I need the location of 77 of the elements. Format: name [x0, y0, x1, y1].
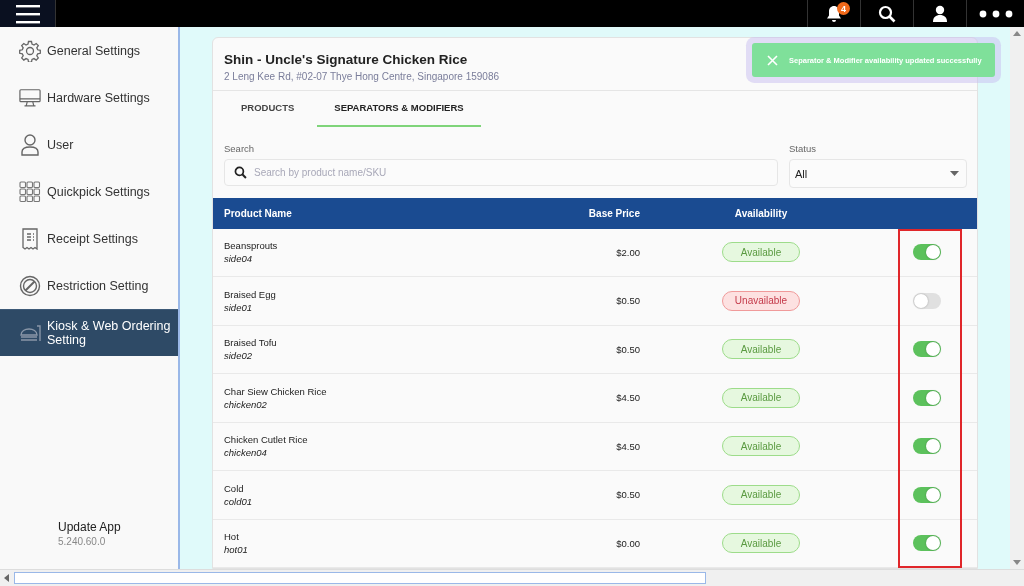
product-sku: side04	[224, 253, 253, 265]
tab[interactable]: SEPARATORS & MODIFIERS	[317, 91, 481, 127]
more-icon	[978, 9, 1013, 18]
receipt-icon	[20, 227, 40, 250]
availability-toggle[interactable]	[912, 341, 941, 358]
close-icon[interactable]	[767, 54, 778, 66]
monitor-icon	[19, 87, 41, 108]
status-badge: Available	[722, 339, 800, 360]
status-badge: Available	[722, 387, 800, 408]
search-field[interactable]: Search by product name/SKU	[224, 159, 778, 186]
sidebar-item[interactable]: Hardware Settings	[0, 74, 178, 121]
product-name: Braised Egg	[224, 288, 277, 300]
horizontal-scrollbar[interactable]	[0, 569, 1024, 586]
product-sku: chicken04	[224, 447, 268, 459]
column-header: Product Name	[223, 207, 293, 219]
notification-badge: 4	[837, 2, 850, 15]
tab[interactable]: PRODUCTS	[224, 91, 312, 127]
product-name: Char Siew Chicken Rice	[224, 385, 328, 397]
product-sku: cold01	[224, 495, 253, 507]
price-cell-text: $0.50	[615, 343, 641, 355]
menu-icon	[15, 3, 40, 24]
availability-toggle[interactable]	[912, 292, 941, 309]
product-sku: side01	[224, 301, 253, 313]
scroll-down-icon[interactable]	[1013, 560, 1021, 565]
availability-toggle[interactable]	[912, 438, 941, 455]
user-icon	[933, 4, 947, 23]
grid-icon	[19, 180, 41, 203]
scroll-left-icon[interactable]	[4, 574, 9, 582]
status-badge: Available	[722, 533, 800, 554]
price-cell-text: $4.50	[615, 392, 641, 404]
bell-icon	[826, 4, 842, 23]
product-sku: chicken02	[224, 398, 268, 410]
product-name: Hot	[224, 531, 240, 543]
product-name: Chicken Cutlet Rice	[224, 434, 309, 446]
gear-icon	[19, 39, 41, 62]
sidebar-item[interactable]: User	[0, 121, 178, 168]
product-name: Braised Tofu	[224, 337, 278, 349]
sidebar-item[interactable]: General Settings	[0, 27, 178, 74]
status-dropdown[interactable]: All	[789, 159, 967, 188]
scrollbar-thumb[interactable]	[14, 572, 706, 584]
store-address: 2 Leng Kee Rd, #02-07 Thye Hong Centre, Singapore 159086	[224, 71, 499, 82]
update-app-label[interactable]: Update App	[58, 520, 178, 534]
availability-toggle[interactable]	[912, 244, 941, 261]
search-icon	[878, 4, 896, 23]
kiosk-icon	[19, 323, 41, 343]
availability-toggle[interactable]	[912, 535, 941, 552]
status-label: Status	[789, 143, 817, 154]
user-icon	[20, 133, 40, 156]
price-cell-text: $4.50	[615, 440, 641, 452]
search-label: Search	[224, 143, 256, 154]
price-cell-text: $0.00	[615, 537, 641, 549]
price-cell-text: $0.50	[615, 295, 641, 307]
sidebar-item[interactable]: Receipt Settings	[0, 215, 178, 262]
scroll-up-icon[interactable]	[1013, 31, 1021, 36]
product-sku: side02	[224, 350, 253, 362]
status-badge: Available	[722, 242, 800, 263]
store-name: Shin - Uncle's Signature Chicken Rice	[224, 52, 468, 67]
status-badge: Unavailable	[722, 290, 800, 311]
column-header: Availability	[733, 207, 789, 219]
status-badge: Available	[722, 436, 800, 457]
prohibited-icon	[19, 274, 41, 297]
menu-button[interactable]	[0, 0, 56, 27]
availability-toggle[interactable]	[912, 389, 941, 406]
price-cell-text: $2.00	[615, 246, 641, 258]
sidebar-item[interactable]: Quickpick Settings	[0, 168, 178, 215]
status-badge: Available	[722, 484, 800, 505]
product-name: Beansprouts	[224, 240, 279, 252]
search-icon	[234, 166, 247, 179]
product-sku: hot01	[224, 544, 249, 556]
product-name: Cold	[224, 482, 245, 494]
availability-toggle[interactable]	[912, 486, 941, 503]
caret-icon	[950, 171, 959, 176]
sidebar-item[interactable]: Restriction Setting	[0, 262, 178, 309]
app-version: 5.240.60.0	[58, 536, 107, 547]
sidebar-item[interactable]: Kiosk & Web Ordering Setting	[0, 309, 178, 356]
column-header: Base Price	[587, 207, 641, 219]
price-cell-text: $0.50	[615, 489, 641, 501]
